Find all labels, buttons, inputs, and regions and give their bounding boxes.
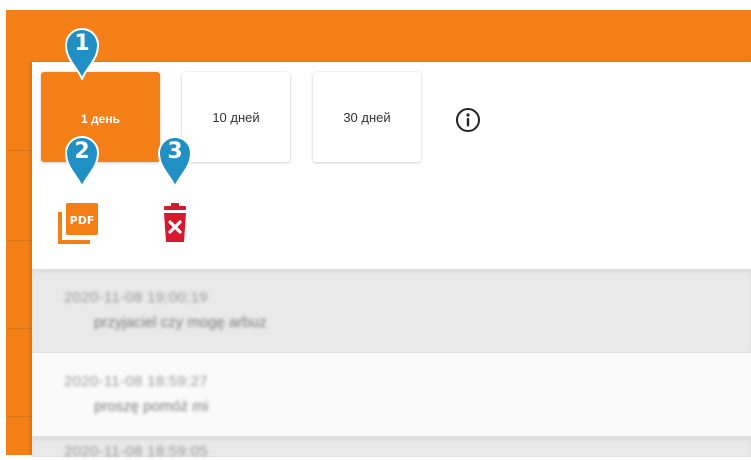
list-item-timestamp: 2020-11-08 18:59:27 xyxy=(64,373,208,390)
trash-icon[interactable] xyxy=(160,202,190,244)
callout-marker-number: 3 xyxy=(167,139,183,164)
history-panel: 1 день 10 дней 30 дней PDF 2020-11-08 19… xyxy=(32,62,751,460)
range-1-day-label: 1 день xyxy=(81,112,120,126)
history-list: 2020-11-08 19:00:19 przyjaciel czy mogę … xyxy=(32,269,751,460)
left-nav-strip xyxy=(6,62,32,455)
nav-divider xyxy=(6,416,32,417)
nav-divider xyxy=(6,150,32,151)
callout-marker-3: 3 xyxy=(155,132,195,188)
callout-marker-2: 2 xyxy=(62,132,102,188)
list-item-message: przyjaciel czy mogę arbuz xyxy=(94,314,267,331)
range-10-days-button[interactable]: 10 дней xyxy=(182,72,290,162)
info-icon[interactable] xyxy=(455,107,481,133)
list-item-timestamp: 2020-11-08 18:59:05 xyxy=(64,443,208,460)
list-item[interactable]: 2020-11-08 18:59:27 proszę pomóż mi xyxy=(32,353,751,437)
list-item-message: proszę pomóż mi xyxy=(94,398,209,415)
callout-marker-number: 2 xyxy=(74,139,90,164)
callout-marker-1: 1 xyxy=(62,24,102,80)
pdf-icon-text: PDF xyxy=(70,214,95,227)
list-item[interactable]: 2020-11-08 19:00:19 przyjaciel czy mogę … xyxy=(32,269,751,353)
nav-divider xyxy=(6,240,32,241)
range-10-days-label: 10 дней xyxy=(212,109,260,125)
nav-divider xyxy=(6,328,32,329)
range-30-days-button[interactable]: 30 дней xyxy=(313,72,421,162)
range-30-days-label: 30 дней xyxy=(343,109,391,125)
app-header-bar xyxy=(6,10,751,62)
callout-marker-number: 1 xyxy=(74,31,90,56)
list-item-timestamp: 2020-11-08 19:00:19 xyxy=(64,289,208,306)
list-item[interactable]: 2020-11-08 18:59:05 xyxy=(32,437,751,460)
pdf-export-icon[interactable]: PDF xyxy=(56,200,102,246)
top-margin xyxy=(0,0,751,10)
